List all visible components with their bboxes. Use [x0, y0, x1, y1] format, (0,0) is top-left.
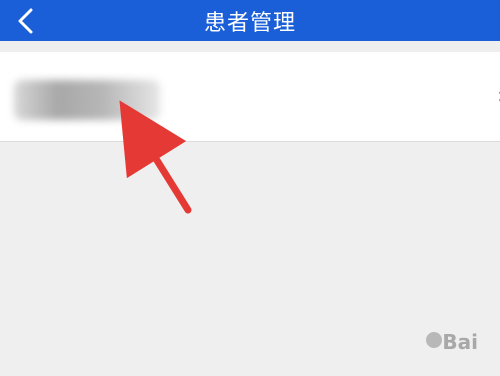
blurred-patient-name [14, 80, 160, 120]
watermark: Bai [442, 330, 478, 354]
app-header: 患者管理 [0, 0, 500, 41]
page-title: 患者管理 [203, 10, 296, 36]
patient-list-item[interactable]: › [0, 52, 500, 142]
baidu-paw-icon [426, 332, 442, 348]
